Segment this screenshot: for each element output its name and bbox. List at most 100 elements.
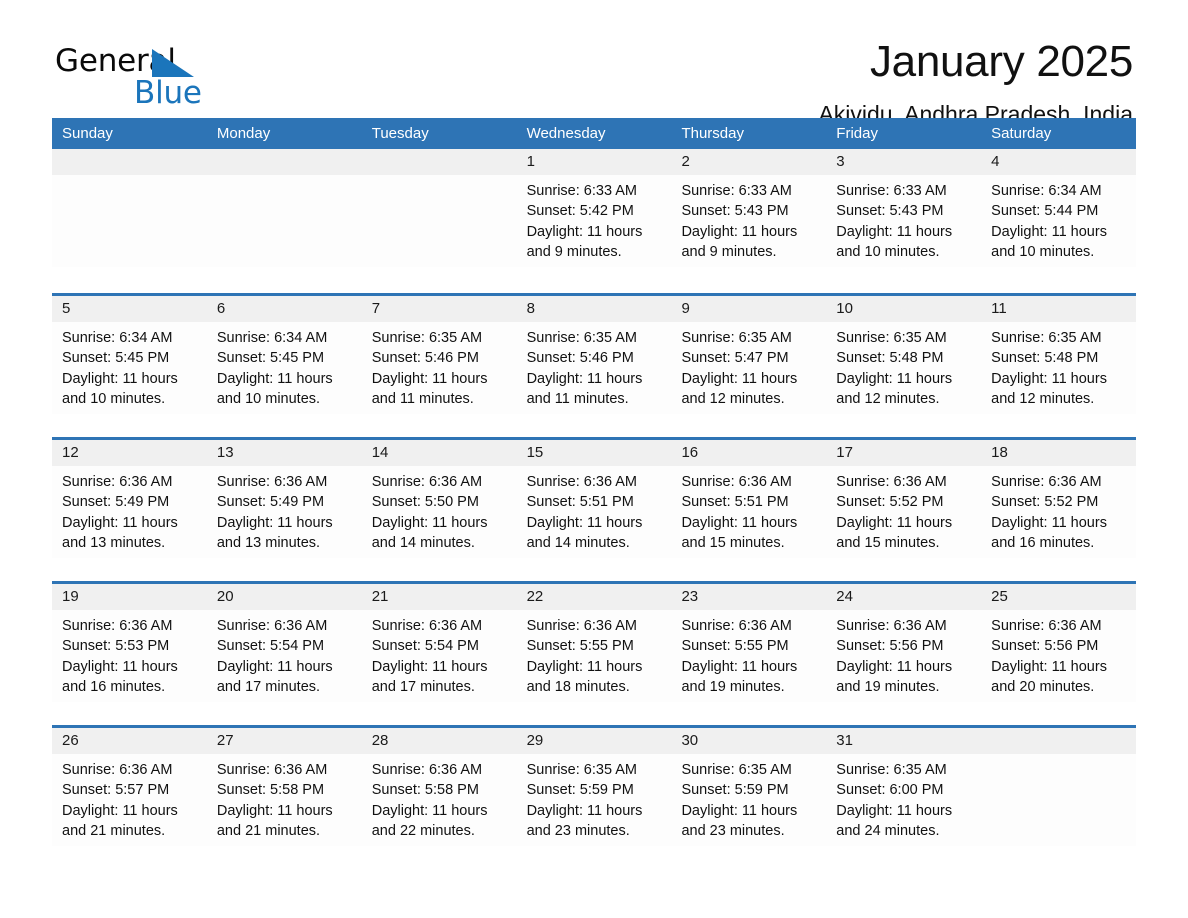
day-number[interactable]: 7 <box>362 296 517 322</box>
calendar-weeks: 1 2 3 4 Sunrise: 6:33 AM Sunset: 5:42 PM Dayli… <box>52 149 1136 860</box>
day-number[interactable]: 10 <box>826 296 981 322</box>
day-cell[interactable]: Sunrise: 6:36 AM Sunset: 5:52 PM Daylight:… <box>981 466 1136 558</box>
day-cell[interactable]: Sunrise: 6:36 AM Sunset: 5:54 PM Daylight:… <box>207 610 362 702</box>
sunset-text: Sunset: 5:56 PM <box>991 638 1099 655</box>
day-number[interactable]: 9 <box>671 296 826 322</box>
sunrise-text: Sunrise: 6:34 AM <box>62 330 173 346</box>
general-blue-logo[interactable]: General Blue <box>55 44 315 116</box>
day-number[interactable]: 12 <box>52 440 207 466</box>
day-number[interactable]: 16 <box>671 440 826 466</box>
sunset-text: Sunset: 5:49 PM <box>62 494 170 511</box>
daylight-text-line1: Daylight: 11 hours <box>62 370 178 387</box>
day-number[interactable]: 31 <box>826 728 981 754</box>
sunrise-text: Sunrise: 6:36 AM <box>836 474 947 490</box>
day-number[interactable]: 19 <box>52 584 207 610</box>
daylight-text-line1: Daylight: 11 hours <box>371 514 488 531</box>
week-inner: 5 6 7 8 9 10 11 Sunrise: 6:34 AM Sunset: 5:45 PM… <box>52 296 1136 414</box>
sunrise-text: Sunrise: 6:33 AM <box>836 183 947 199</box>
day-number[interactable]: 4 <box>981 149 1136 175</box>
day-cell[interactable]: Sunrise: 6:35 AM Sunset: 5:59 PM Daylight:… <box>671 754 826 846</box>
day-number[interactable]: 30 <box>671 728 826 754</box>
daylight-text-line1: Daylight: 11 hours <box>836 802 953 819</box>
day-number[interactable]: 20 <box>207 584 362 610</box>
day-cell[interactable]: Sunrise: 6:35 AM Sunset: 6:00 PM Daylight:… <box>826 754 981 846</box>
sunset-text: Sunset: 5:59 PM <box>526 782 634 799</box>
day-number[interactable]: 3 <box>826 149 981 175</box>
day-number[interactable]: 14 <box>362 440 517 466</box>
day-cell[interactable]: Sunrise: 6:35 AM Sunset: 5:47 PM Daylight:… <box>671 322 826 414</box>
day-cell[interactable]: Sunrise: 6:36 AM Sunset: 5:55 PM Daylight:… <box>671 610 826 702</box>
sunset-text: Sunset: 5:46 PM <box>371 350 479 367</box>
day-cell[interactable]: Sunrise: 6:35 AM Sunset: 5:46 PM Daylight:… <box>517 322 672 414</box>
day-number[interactable]: 25 <box>981 584 1136 610</box>
day-cell[interactable]: Sunrise: 6:34 AM Sunset: 5:44 PM Daylight:… <box>981 175 1136 267</box>
day-cell[interactable]: Sunrise: 6:36 AM Sunset: 5:51 PM Daylight:… <box>517 466 672 558</box>
day-number[interactable]: 21 <box>362 584 517 610</box>
day-number[interactable]: 28 <box>362 728 517 754</box>
day-cell[interactable]: Sunrise: 6:35 AM Sunset: 5:46 PM Daylight:… <box>362 322 517 414</box>
daylight-text-line2: and 21 minutes. <box>216 822 321 839</box>
day-number[interactable]: 24 <box>826 584 981 610</box>
day-cell-empty <box>981 754 1136 846</box>
day-number[interactable]: 11 <box>981 296 1136 322</box>
day-number[interactable]: 8 <box>517 296 672 322</box>
day-cell[interactable]: Sunrise: 6:36 AM Sunset: 5:58 PM Daylight:… <box>362 754 517 846</box>
week-date-number-strip: 12 13 14 15 16 17 18 <box>52 440 1136 466</box>
day-number[interactable]: 27 <box>207 728 362 754</box>
sunrise-text: Sunrise: 6:35 AM <box>836 762 947 778</box>
day-cell[interactable]: Sunrise: 6:36 AM Sunset: 5:50 PM Daylight:… <box>362 466 517 558</box>
day-number[interactable]: 26 <box>52 728 207 754</box>
day-cell[interactable]: Sunrise: 6:36 AM Sunset: 5:49 PM Daylight:… <box>52 466 207 558</box>
day-cell[interactable]: Sunrise: 6:36 AM Sunset: 5:51 PM Daylight:… <box>671 466 826 558</box>
page-title: January 2025 <box>869 37 1133 86</box>
sunrise-text: Sunrise: 6:36 AM <box>216 762 328 778</box>
day-cell-empty <box>52 175 207 267</box>
page-header: General Blue January 2025 Akividu, Andhr… <box>52 0 1136 127</box>
day-number[interactable]: 23 <box>671 584 826 610</box>
day-cell[interactable]: Sunrise: 6:36 AM Sunset: 5:55 PM Daylight:… <box>517 610 672 702</box>
day-cell[interactable]: Sunrise: 6:33 AM Sunset: 5:42 PM Daylight:… <box>517 175 672 267</box>
day-cell[interactable]: Sunrise: 6:33 AM Sunset: 5:43 PM Daylight:… <box>826 175 981 267</box>
day-cell[interactable]: Sunrise: 6:36 AM Sunset: 5:57 PM Daylight:… <box>52 754 207 846</box>
day-cell[interactable]: Sunrise: 6:36 AM Sunset: 5:53 PM Daylight:… <box>52 610 207 702</box>
daylight-text-line2: and 11 minutes. <box>526 390 629 407</box>
daylight-text-line1: Daylight: 11 hours <box>836 370 953 387</box>
weekday-header-monday: Monday <box>216 125 271 142</box>
day-cell[interactable]: Sunrise: 6:36 AM Sunset: 5:56 PM Daylight:… <box>981 610 1136 702</box>
day-cell[interactable]: Sunrise: 6:36 AM Sunset: 5:49 PM Daylight:… <box>207 466 362 558</box>
day-cell[interactable]: Sunrise: 6:36 AM Sunset: 5:52 PM Daylight:… <box>826 466 981 558</box>
day-number[interactable]: 2 <box>671 149 826 175</box>
daylight-text-line1: Daylight: 11 hours <box>991 658 1107 675</box>
daylight-text-line1: Daylight: 11 hours <box>371 802 488 819</box>
sunrise-text: Sunrise: 6:35 AM <box>526 762 637 778</box>
day-cell[interactable]: Sunrise: 6:35 AM Sunset: 5:59 PM Daylight:… <box>517 754 672 846</box>
day-number[interactable]: 13 <box>207 440 362 466</box>
day-cell[interactable]: Sunrise: 6:36 AM Sunset: 5:58 PM Daylight:… <box>207 754 362 846</box>
daylight-text-line1: Daylight: 11 hours <box>681 370 798 387</box>
day-cell[interactable]: Sunrise: 6:36 AM Sunset: 5:56 PM Daylight:… <box>826 610 981 702</box>
sunset-text: Sunset: 5:53 PM <box>62 638 170 655</box>
day-number[interactable]: 29 <box>517 728 672 754</box>
daylight-text-line1: Daylight: 11 hours <box>216 370 333 387</box>
daylight-text-line2: and 22 minutes. <box>371 822 475 839</box>
day-cell[interactable]: Sunrise: 6:34 AM Sunset: 5:45 PM Daylight:… <box>207 322 362 414</box>
sunset-text: Sunset: 5:51 PM <box>681 494 789 511</box>
day-number[interactable]: 18 <box>981 440 1136 466</box>
sunrise-text: Sunrise: 6:35 AM <box>681 330 792 346</box>
day-number[interactable]: 5 <box>52 296 207 322</box>
day-number[interactable]: 15 <box>517 440 672 466</box>
month-calendar: Sunday Monday Tuesday Wednesday Thursday… <box>52 118 1136 860</box>
day-number[interactable]: 1 <box>517 149 672 175</box>
day-cell[interactable]: Sunrise: 6:35 AM Sunset: 5:48 PM Daylight:… <box>826 322 981 414</box>
day-number[interactable]: 17 <box>826 440 981 466</box>
daylight-text-line1: Daylight: 11 hours <box>681 658 798 675</box>
day-number[interactable]: 6 <box>207 296 362 322</box>
day-cell[interactable]: Sunrise: 6:34 AM Sunset: 5:45 PM Daylight:… <box>52 322 207 414</box>
day-cell[interactable]: Sunrise: 6:36 AM Sunset: 5:54 PM Daylight:… <box>362 610 517 702</box>
sunrise-text: Sunrise: 6:36 AM <box>681 618 792 634</box>
day-cell[interactable]: Sunrise: 6:35 AM Sunset: 5:48 PM Daylight:… <box>981 322 1136 414</box>
day-cell[interactable]: Sunrise: 6:33 AM Sunset: 5:43 PM Daylight:… <box>671 175 826 267</box>
sunrise-text: Sunrise: 6:36 AM <box>371 474 483 490</box>
day-number[interactable]: 22 <box>517 584 672 610</box>
sunset-text: Sunset: 5:54 PM <box>216 638 325 655</box>
